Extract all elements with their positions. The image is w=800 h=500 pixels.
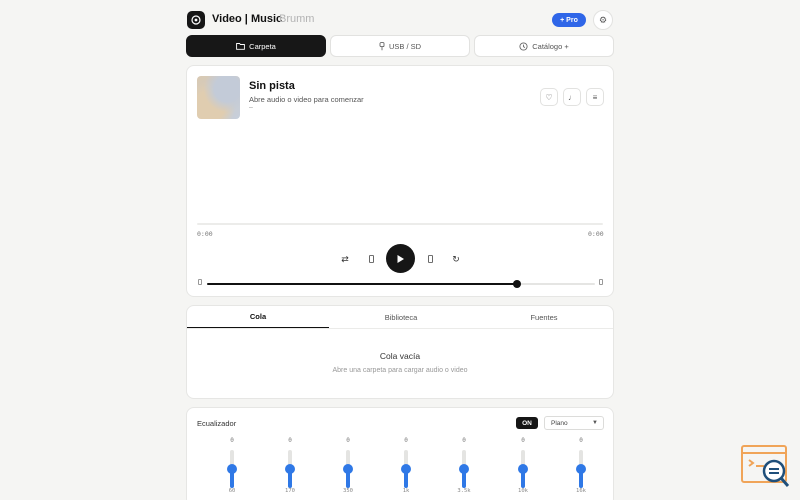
eq-band-thumb[interactable]	[343, 464, 353, 474]
equalizer-toggle[interactable]: ON	[516, 417, 538, 429]
eq-band[interactable]: 0 16k	[571, 437, 591, 497]
play-button[interactable]	[386, 244, 415, 273]
album-cover	[197, 76, 240, 119]
eq-band-value: 0	[288, 437, 292, 444]
time-current: 0:00	[197, 230, 213, 238]
time-total: 0:00	[588, 230, 604, 238]
volume-high-icon	[599, 279, 603, 285]
heart-icon: ♡	[545, 92, 553, 102]
equalizer-card: Ecualizador ON Plano ▼ 0 60 0 170 0 350 0 1k 0 3.…	[186, 407, 614, 500]
eq-band[interactable]: 0 60	[222, 437, 242, 497]
eq-band-label: 60	[228, 488, 236, 494]
track-title: Sin pista	[249, 80, 295, 92]
eq-band-value: 0	[579, 437, 583, 444]
previous-button[interactable]	[364, 252, 378, 266]
queue-card: Cola Biblioteca Fuentes Cola vacía Abre …	[186, 305, 614, 399]
settings-button[interactable]: ⚙	[593, 10, 613, 30]
music-note-icon: ♩	[568, 92, 576, 102]
tab-usb-sd[interactable]: USB / SD	[330, 35, 470, 57]
eq-band-label: 16k	[576, 488, 586, 494]
eq-band[interactable]: 0 350	[338, 437, 358, 497]
eq-band-value: 0	[230, 437, 234, 444]
equalizer-title: Ecualizador	[197, 419, 237, 428]
previous-icon	[368, 255, 374, 263]
chevron-down-icon: ▼	[592, 420, 598, 426]
eq-band-label: 350	[343, 488, 353, 494]
track-subtitle: Abre audio o video para comenzar	[249, 95, 364, 104]
tab-label: Catálogo +	[532, 41, 569, 51]
tab-catalogo[interactable]: Catálogo +	[474, 35, 614, 57]
next-button[interactable]	[423, 252, 437, 266]
volume-slider[interactable]	[207, 280, 595, 288]
eq-band-label: 1k	[402, 488, 410, 494]
tab-carpeta[interactable]: Carpeta	[186, 35, 326, 57]
player-card: Sin pista Abre audio o video para comenz…	[186, 65, 614, 297]
app-title: Video | Music	[212, 13, 283, 25]
empty-queue-title: Cola vacía	[379, 351, 421, 361]
next-icon	[427, 255, 433, 263]
eq-band[interactable]: 0 10k	[513, 437, 533, 497]
menu-button[interactable]: ≡	[586, 88, 604, 106]
pro-button[interactable]: + Pro	[552, 13, 586, 27]
tab-cola[interactable]: Cola	[187, 306, 329, 329]
watermark-logo	[741, 445, 793, 490]
tab-label: USB / SD	[388, 41, 422, 51]
eq-band-value: 0	[462, 437, 466, 444]
shuffle-button[interactable]: ⇄	[338, 252, 352, 266]
menu-icon: ≡	[592, 92, 598, 102]
eq-band-thumb[interactable]	[401, 464, 411, 474]
folder-icon	[236, 42, 246, 50]
eq-band-thumb[interactable]	[459, 464, 469, 474]
app-brand: Brumm	[279, 13, 315, 25]
usb-icon	[379, 41, 385, 51]
tab-biblioteca[interactable]: Biblioteca	[330, 306, 472, 329]
equalizer-preset-select[interactable]: Plano ▼	[544, 416, 604, 430]
empty-queue-subtitle: Abre una carpeta para cargar audio o vid…	[332, 367, 468, 374]
eq-band-label: 10k	[518, 488, 528, 494]
eq-band-thumb[interactable]	[227, 464, 237, 474]
eq-band-value: 0	[521, 437, 525, 444]
eq-band-label: 3.5k	[457, 488, 471, 494]
play-icon	[397, 254, 404, 263]
eq-band[interactable]: 0 3.5k	[454, 437, 474, 497]
preset-value: Plano	[551, 419, 568, 427]
tab-label: Carpeta	[249, 41, 276, 51]
eq-band[interactable]: 0 170	[280, 437, 300, 497]
app-header: Video | Music Brumm + Pro ⚙	[186, 10, 614, 30]
tab-fuentes[interactable]: Fuentes	[473, 306, 615, 329]
favorite-button[interactable]: ♡	[540, 88, 558, 106]
volume-fill	[207, 283, 518, 285]
volume-thumb[interactable]	[513, 280, 522, 288]
eq-band-thumb[interactable]	[518, 464, 528, 474]
eq-band-label: 170	[285, 488, 295, 494]
gear-icon: ⚙	[598, 14, 608, 25]
eq-band-thumb[interactable]	[285, 464, 295, 474]
repeat-icon: ↻	[452, 253, 460, 264]
shuffle-icon: ⇄	[341, 253, 349, 264]
repeat-button[interactable]: ↻	[449, 252, 463, 266]
eq-band-thumb[interactable]	[576, 464, 586, 474]
volume-low-icon	[198, 279, 202, 285]
lyrics-button[interactable]: ♩	[563, 88, 581, 106]
logo-icon	[187, 11, 205, 29]
eq-band[interactable]: 0 1k	[396, 437, 416, 497]
track-meta: –	[249, 104, 253, 111]
eq-band-value: 0	[346, 437, 350, 444]
catalog-icon	[519, 41, 528, 51]
eq-band-value: 0	[404, 437, 408, 444]
app-root: Video | Music Brumm + Pro ⚙ Carpeta USB …	[0, 0, 800, 500]
seek-bar[interactable]	[197, 223, 603, 225]
tab-divider	[187, 328, 613, 329]
